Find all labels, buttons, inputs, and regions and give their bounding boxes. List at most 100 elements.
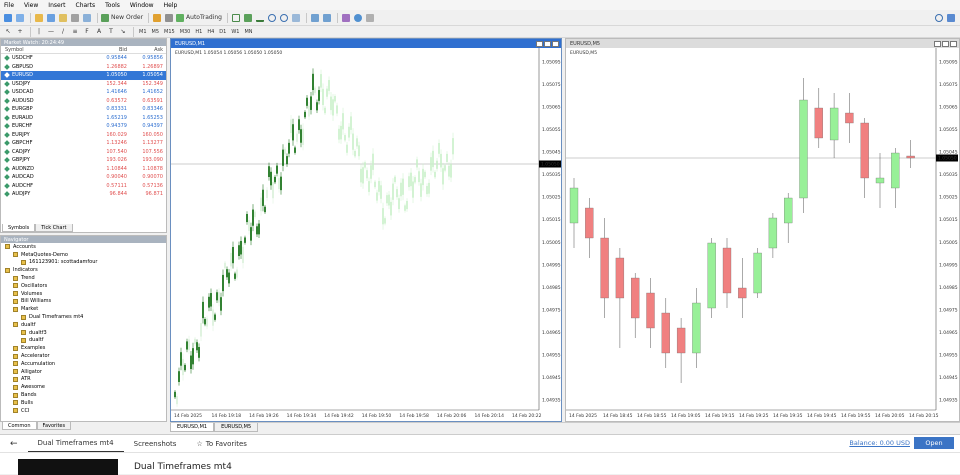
navigator-item[interactable]: Bill Williams: [1, 298, 166, 306]
candle-chart-icon[interactable]: [243, 12, 253, 24]
tab-tick-chart[interactable]: Tick Chart: [35, 224, 73, 232]
metaeditor-button[interactable]: [152, 12, 162, 24]
navigator-item[interactable]: Dual Timeframes mt4: [1, 313, 166, 321]
zoom-out-icon[interactable]: [279, 12, 289, 24]
navigator-item[interactable]: 161123901: scottadamfour: [1, 259, 166, 267]
menu-item-insert[interactable]: Insert: [48, 2, 65, 9]
market-watch-row[interactable]: CADJPY 107.540 107.556: [1, 148, 166, 157]
market-watch-row[interactable]: EURJPY 160.029 160.050: [1, 131, 166, 140]
horizontal-line-icon[interactable]: —: [46, 26, 56, 38]
indicators-icon[interactable]: [341, 12, 351, 24]
to-favorites-button[interactable]: ☆ To Favorites: [186, 435, 257, 453]
chat-icon[interactable]: [946, 12, 956, 24]
timeframe-mn[interactable]: MN: [242, 26, 254, 38]
product-thumbnail[interactable]: [18, 459, 118, 475]
navigator-item[interactable]: dualtf: [1, 337, 166, 345]
tab-favorites[interactable]: Favorites: [36, 422, 72, 430]
arrows-icon[interactable]: ↘: [118, 26, 128, 38]
navigator-item[interactable]: CCI: [1, 407, 166, 415]
timeframe-m30[interactable]: M30: [178, 26, 193, 38]
market-watch-row[interactable]: AUDCHF 0.57111 0.57136: [1, 182, 166, 191]
navigator-item[interactable]: Examples: [1, 344, 166, 352]
vertical-line-icon[interactable]: |: [34, 26, 44, 38]
navigator-item[interactable]: Alligator: [1, 368, 166, 376]
chart-window-m1[interactable]: EURUSD,M1 EURUSD,M1 1.05054 1.05056 1.05…: [170, 38, 562, 422]
market-watch-row[interactable]: GBPJPY 193.026 193.090: [1, 156, 166, 165]
lock-icon[interactable]: [164, 12, 174, 24]
timeframe-d1[interactable]: D1: [217, 26, 228, 38]
timeframe-w1[interactable]: W1: [229, 26, 241, 38]
navigator-item[interactable]: ATR: [1, 376, 166, 384]
market-watch-row[interactable]: USDCHF 0.95844 0.95856: [1, 54, 166, 63]
bar-chart-icon[interactable]: [231, 12, 241, 24]
strategy-tester-button[interactable]: [82, 12, 92, 24]
chart-window-title[interactable]: EURUSD,M1: [171, 39, 561, 48]
navigator-item[interactable]: Awesome: [1, 383, 166, 391]
menu-item-window[interactable]: Window: [130, 2, 154, 9]
tab-screenshots[interactable]: Screenshots: [124, 435, 187, 453]
column-header[interactable]: Ask: [127, 47, 163, 53]
navigator-button[interactable]: [58, 12, 68, 24]
navigator-item[interactable]: Accumulation: [1, 360, 166, 368]
maximize-icon[interactable]: [942, 40, 949, 47]
market-watch-row[interactable]: AUDCAD 0.90040 0.90070: [1, 173, 166, 182]
market-watch-row[interactable]: GBPUSD 1.26882 1.26897: [1, 63, 166, 72]
navigator-item[interactable]: Bulls: [1, 399, 166, 407]
navigator-item[interactable]: Indicators: [1, 266, 166, 274]
minimize-icon[interactable]: [934, 40, 941, 47]
market-watch-row[interactable]: AUDUSD 0.63572 0.63591: [1, 97, 166, 106]
market-watch-row[interactable]: AUDNZD 1.10844 1.10878: [1, 165, 166, 174]
column-header[interactable]: Bid: [91, 47, 127, 53]
tab-symbols[interactable]: Symbols: [2, 224, 36, 232]
tab-chart-m1[interactable]: EURUSD,M1: [170, 423, 215, 432]
auto-scroll-icon[interactable]: [310, 12, 320, 24]
menu-item-tools[interactable]: Tools: [105, 2, 120, 9]
close-icon[interactable]: [950, 40, 957, 47]
market-watch-row[interactable]: EURGBP 0.83331 0.83346: [1, 105, 166, 114]
market-watch-row[interactable]: EURCHF 0.94379 0.94397: [1, 122, 166, 131]
fibonacci-icon[interactable]: F: [82, 26, 92, 38]
new-chart-button[interactable]: [3, 12, 13, 24]
zoom-in-icon[interactable]: [267, 12, 277, 24]
market-watch-row[interactable]: EURAUD 1.65219 1.65253: [1, 114, 166, 123]
templates-icon[interactable]: [365, 12, 375, 24]
data-window-button[interactable]: [46, 12, 56, 24]
timeframe-h4[interactable]: H4: [205, 26, 216, 38]
text-icon[interactable]: A: [94, 26, 104, 38]
navigator-item[interactable]: Accounts: [1, 243, 166, 251]
channel-icon[interactable]: ≡: [70, 26, 80, 38]
minimize-icon[interactable]: [536, 40, 543, 47]
menu-item-file[interactable]: File: [4, 2, 14, 9]
navigator-item[interactable]: Bands: [1, 391, 166, 399]
menu-item-view[interactable]: View: [24, 2, 38, 9]
autotrading-button[interactable]: AutoTrading: [176, 12, 222, 24]
balance-link[interactable]: Balance: 0.00 USD: [849, 439, 910, 447]
market-watch-button[interactable]: [34, 12, 44, 24]
search-icon[interactable]: [934, 12, 944, 24]
timeframe-m5[interactable]: M5: [150, 26, 162, 38]
terminal-button[interactable]: [70, 12, 80, 24]
new-order-button[interactable]: New Order: [101, 12, 143, 24]
back-icon[interactable]: ←: [0, 435, 28, 453]
trendline-icon[interactable]: /: [58, 26, 68, 38]
close-icon[interactable]: [552, 40, 559, 47]
periods-icon[interactable]: [353, 12, 363, 24]
navigator-item[interactable]: Oscillators: [1, 282, 166, 290]
chart-m5-canvas[interactable]: 1.050951.050751.050651.050551.050451.050…: [566, 48, 959, 421]
market-watch-row[interactable]: GBPCHF 1.13246 1.13277: [1, 139, 166, 148]
timeframe-m15[interactable]: M15: [162, 26, 177, 38]
navigator-item[interactable]: Market: [1, 305, 166, 313]
open-button[interactable]: Open: [914, 437, 954, 449]
navigator-item[interactable]: Trend: [1, 274, 166, 282]
crosshair-icon[interactable]: +: [15, 26, 25, 38]
market-watch-row[interactable]: USDJPY 152.344 152.349: [1, 80, 166, 89]
navigator-item[interactable]: dualtf3: [1, 329, 166, 337]
timeframe-h1[interactable]: H1: [193, 26, 204, 38]
chart-shift-icon[interactable]: [322, 12, 332, 24]
label-icon[interactable]: T: [106, 26, 116, 38]
column-header[interactable]: Symbol: [1, 47, 91, 53]
cursor-icon[interactable]: ↖: [3, 26, 13, 38]
tab-common[interactable]: Common: [2, 422, 37, 430]
chart-window-title[interactable]: EURUSD,M5: [566, 39, 959, 48]
market-watch-row[interactable]: AUDJPY 96.844 96.871: [1, 190, 166, 199]
